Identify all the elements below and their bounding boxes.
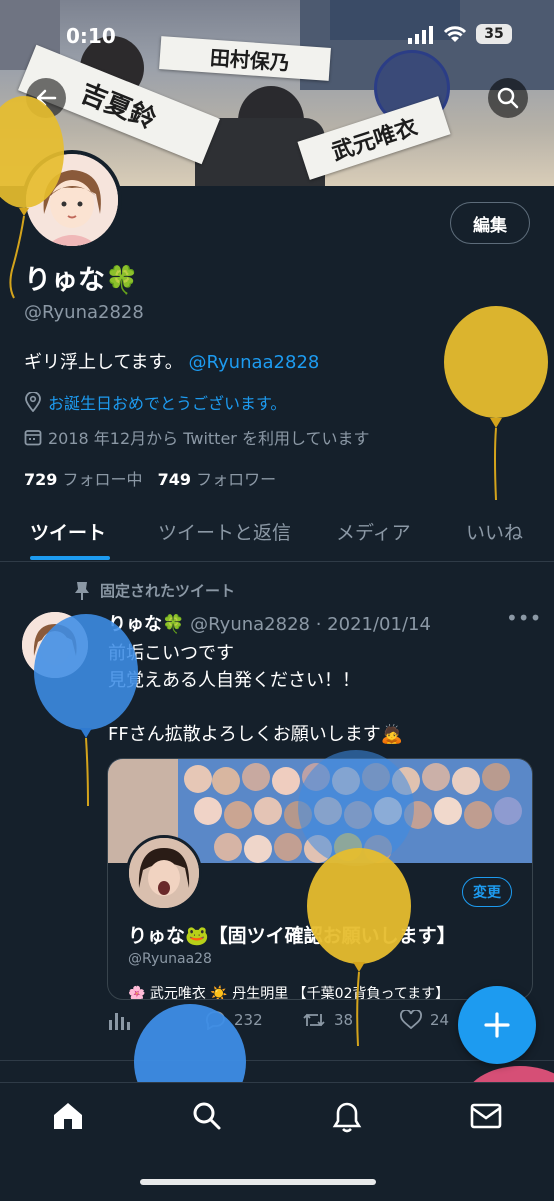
like-button[interactable]: 24 <box>400 1010 449 1030</box>
tweet-author-handle[interactable]: @Ryuna2828 <box>190 614 310 635</box>
status-time: 0:10 <box>66 24 116 48</box>
battery-icon: 35 <box>476 24 512 44</box>
tweet-header: りゅな🍀 @Ryuna2828 · 2021/01/14 <box>108 610 431 636</box>
retweet-button[interactable]: 38 <box>302 1010 353 1030</box>
nav-home[interactable] <box>52 1101 84 1135</box>
back-arrow-icon <box>36 89 57 107</box>
nav-search[interactable] <box>192 1101 222 1135</box>
back-button[interactable] <box>26 78 66 118</box>
birthday-row: お誕生日おめでとうございます。 <box>24 390 286 414</box>
pinned-label: 固定されたツイート <box>100 582 236 600</box>
bio-text: ギリ浮上してます。 <box>24 352 183 373</box>
tabs-divider <box>0 561 554 562</box>
like-count: 24 <box>430 1011 450 1029</box>
tab-tweets-replies[interactable]: ツイートと返信 <box>158 518 291 545</box>
banner-sash: 武元唯衣 <box>297 96 451 180</box>
nav-notifications[interactable] <box>332 1101 362 1137</box>
tab-media[interactable]: メディア <box>336 518 411 545</box>
search-icon <box>193 1102 221 1130</box>
tweet-more-button[interactable]: ••• <box>506 606 541 630</box>
plus-icon <box>484 1012 510 1038</box>
notifications-icon <box>332 1102 362 1133</box>
tab-likes[interactable]: いいね <box>466 518 523 545</box>
tweet-date[interactable]: · 2021/01/14 <box>316 614 431 635</box>
tweet-line: 見覚えある人自発ください！！ <box>108 670 360 691</box>
compose-tweet-button[interactable] <box>458 986 536 1064</box>
embedded-avatar <box>126 835 202 911</box>
follow-stats: 729 フォロー中 749 フォロワー <box>24 466 276 490</box>
retweet-count: 38 <box>334 1011 354 1029</box>
profile-avatar[interactable] <box>22 150 122 250</box>
followers-label: フォロワー <box>196 470 277 489</box>
home-indicator <box>140 1179 376 1185</box>
embedded-profile-card[interactable]: 変更 りゅな🐸【固ツイ確認お願いします】 @Ryunaa28 🌸 武元唯衣 ☀️… <box>107 758 533 1000</box>
tweet-author-name[interactable]: りゅな🍀 <box>108 614 184 635</box>
location-icon <box>25 392 41 412</box>
more-icon: ••• <box>506 606 542 630</box>
profile-handle: @Ryuna2828 <box>24 302 144 323</box>
wifi-icon <box>442 24 468 48</box>
tweet-line: 前垢こいつです <box>108 643 234 664</box>
nav-messages[interactable] <box>470 1103 502 1133</box>
birthday-text[interactable]: お誕生日おめでとうございます。 <box>48 390 286 414</box>
signal-icon <box>408 26 434 48</box>
retweet-icon <box>303 1013 325 1027</box>
following-link[interactable]: 729 フォロー中 <box>24 470 148 489</box>
followers-link[interactable]: 749 フォロワー <box>158 470 277 489</box>
tab-active-indicator <box>30 556 110 560</box>
tweet-author-avatar[interactable] <box>22 612 88 678</box>
joined-row: 2018 年12月から Twitter を利用しています <box>24 425 369 449</box>
messages-icon <box>470 1103 502 1129</box>
analytics-icon <box>109 1013 130 1030</box>
tweet-line: FFさん拡散よろしくお願いします🙇 <box>108 724 404 745</box>
heart-icon <box>400 1010 422 1030</box>
tab-tweets[interactable]: ツイート <box>30 518 106 545</box>
profile-bio: ギリ浮上してます。 @Ryunaa2828 <box>24 348 319 374</box>
balloon-yellow-right <box>444 306 548 501</box>
embedded-name: りゅな🐸【固ツイ確認お願いします】 <box>128 925 456 947</box>
analytics-button[interactable] <box>108 1010 130 1030</box>
bottom-navigation <box>0 1082 554 1201</box>
tweet-text: 前垢こいつです 見覚えある人自発ください！！ FFさん拡散よろしくお願いします🙇 <box>108 640 403 748</box>
reply-count: 232 <box>234 1011 263 1029</box>
search-button[interactable] <box>488 78 528 118</box>
embedded-change-button[interactable]: 変更 <box>462 877 512 907</box>
following-label: フォロー中 <box>62 470 143 489</box>
reply-button[interactable]: 232 <box>204 1010 263 1030</box>
home-icon <box>54 1103 82 1129</box>
display-name: りゅな🍀 <box>24 265 139 296</box>
embedded-bio: 🌸 武元唯衣 ☀️ 丹生明里 【千葉02背負ってます】 <box>128 986 450 1000</box>
reply-icon <box>205 1011 225 1030</box>
search-icon <box>497 87 519 109</box>
followers-count: 749 <box>157 470 192 489</box>
edit-profile-button[interactable]: 編集 <box>450 202 530 244</box>
battery-level: 35 <box>484 26 504 42</box>
pin-icon <box>75 581 89 600</box>
pinned-row: 固定されたツイート <box>74 580 235 601</box>
tweet-divider <box>0 1060 554 1061</box>
following-count: 729 <box>24 470 58 489</box>
embedded-handle: @Ryunaa28 <box>128 951 212 967</box>
bio-mention-link[interactable]: @Ryunaa2828 <box>189 352 320 373</box>
calendar-icon <box>24 430 42 446</box>
joined-text: 2018 年12月から Twitter を利用しています <box>48 429 370 448</box>
